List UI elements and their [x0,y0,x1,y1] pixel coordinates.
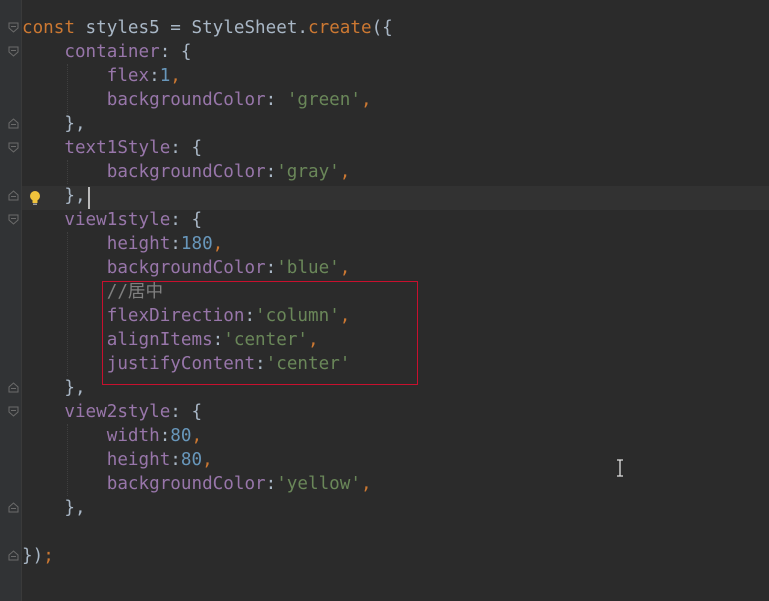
code-token: ({ [371,18,393,38]
code-line[interactable]: flex:1, [22,64,181,88]
code-token: backgroundColor [22,162,266,182]
code-token: height [22,450,171,470]
code-token: : { [170,138,203,158]
code-token: , [360,474,372,494]
code-line[interactable]: view1style: { [22,208,202,232]
text-cursor-icon [615,459,625,477]
code-token: backgroundColor [22,474,266,494]
code-token: }) [22,546,44,566]
code-token: : { [159,42,192,62]
code-token: , [339,162,351,182]
code-line[interactable]: }, [22,184,86,208]
code-token: backgroundColor [22,258,266,278]
fold-marker-icon[interactable] [8,214,19,225]
code-token: view2style [22,402,171,422]
code-token: 'yellow' [276,474,361,494]
code-line[interactable]: }, [22,496,86,520]
code-line[interactable]: height:80, [22,448,213,472]
code-token: : [265,474,277,494]
code-token: : [159,426,171,446]
text-caret [88,187,90,209]
code-line[interactable]: height:180, [22,232,224,256]
code-token: view1style [22,210,171,230]
code-token: width [22,426,160,446]
code-line[interactable]: }, [22,112,86,136]
fold-marker-icon[interactable] [8,406,19,417]
fold-marker-icon[interactable] [8,382,19,393]
code-token: 1 [159,66,171,86]
code-token: , [360,90,372,110]
fold-marker-icon[interactable] [8,142,19,153]
code-line[interactable]: const styles5 = StyleSheet.create({ [22,16,393,40]
code-token: }, [22,186,86,206]
code-token: 80 [180,450,203,470]
code-token: 80 [170,426,192,446]
code-token: : { [170,210,203,230]
fold-marker-icon[interactable] [8,22,19,33]
code-token: , [170,66,181,86]
code-token: }, [22,498,86,518]
code-editor[interactable]: const styles5 = StyleSheet.create({ cont… [0,0,769,601]
code-token: : [265,162,277,182]
code-token: 'green' [286,90,361,110]
code-token: : { [170,402,203,422]
code-token: text1Style [22,138,171,158]
fold-marker-icon[interactable] [8,46,19,57]
code-line[interactable]: }, [22,376,86,400]
code-token: , [202,450,213,470]
code-line[interactable]: }); [22,544,54,568]
code-token: 'gray' [276,162,340,182]
fold-marker-icon[interactable] [8,550,19,561]
code-token: }, [22,378,86,398]
code-token: : [170,450,181,470]
code-line[interactable]: backgroundColor: 'green', [22,88,372,112]
code-token: 'blue' [276,258,340,278]
code-token: : [170,234,181,254]
code-token: flex [22,66,150,86]
code-token: backgroundColor [22,90,266,110]
annotation-highlight-box [102,281,418,385]
code-token: : [149,66,160,86]
fold-marker-icon[interactable] [8,190,19,201]
code-token: 180 [180,234,213,254]
code-line[interactable]: text1Style: { [22,136,202,160]
code-token: container [22,42,160,62]
code-token: , [212,234,224,254]
code-line[interactable]: backgroundColor:'yellow', [22,472,372,496]
fold-marker-icon[interactable] [8,118,19,129]
code-token: : [265,90,287,110]
code-token: }, [22,114,86,134]
code-line[interactable]: container: { [22,40,191,64]
code-token: create [308,18,372,38]
code-token: height [22,234,171,254]
current-line-highlight [22,186,769,210]
code-line[interactable]: view2style: { [22,400,202,424]
code-token: ; [43,546,54,566]
code-token: : [265,258,277,278]
code-token: const [22,18,75,38]
code-line[interactable]: width:80, [22,424,202,448]
code-line[interactable]: backgroundColor:'gray', [22,160,351,184]
code-token: styles5 = StyleSheet. [74,18,309,38]
code-token: , [191,426,203,446]
code-line[interactable]: backgroundColor:'blue', [22,256,351,280]
fold-marker-icon[interactable] [8,502,19,513]
code-token: , [339,258,351,278]
